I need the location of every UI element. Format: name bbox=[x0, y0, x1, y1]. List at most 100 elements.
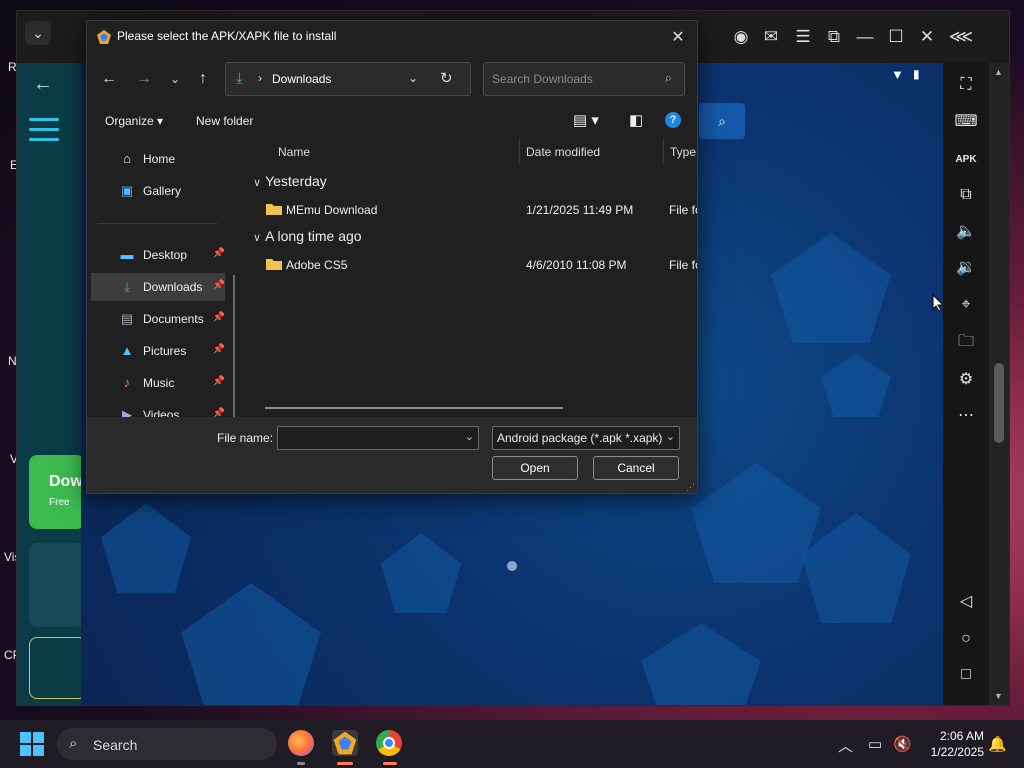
column-header-name[interactable]: Name bbox=[278, 145, 310, 159]
new-folder-button[interactable]: New folder bbox=[196, 114, 253, 128]
menu-icon[interactable]: ☰ bbox=[791, 25, 815, 49]
open-button[interactable]: Open bbox=[492, 456, 578, 480]
nav-item-label: Downloads bbox=[143, 280, 203, 294]
column-header-date[interactable]: Date modified bbox=[526, 145, 600, 159]
dialog-title-bar[interactable]: Please select the APK/XAPK file to insta… bbox=[87, 21, 697, 53]
mail-icon[interactable]: ✉ bbox=[759, 25, 783, 49]
file-type: File fo bbox=[669, 203, 697, 217]
multi-instance-icon[interactable]: ⧉ bbox=[943, 181, 989, 209]
speaker-muted-icon[interactable]: 🔇 bbox=[893, 735, 912, 753]
horizontal-scrollbar[interactable] bbox=[265, 407, 563, 409]
windows-start-icon[interactable] bbox=[20, 732, 44, 756]
close-icon[interactable]: ✕ bbox=[665, 25, 691, 49]
hamburger-menu-icon[interactable] bbox=[29, 118, 59, 144]
back-arrow-icon[interactable]: ← bbox=[33, 73, 53, 96]
preview-pane-icon[interactable]: ◧ bbox=[629, 111, 643, 129]
file-row[interactable]: Adobe CS5 4/6/2010 11:08 PM File fo bbox=[245, 254, 697, 276]
outline-tile[interactable] bbox=[29, 637, 87, 699]
screenshot-icon[interactable]: ⧉ bbox=[822, 25, 846, 49]
nav-item-music[interactable]: ♪ Music 📌 bbox=[91, 369, 225, 397]
keyboard-icon[interactable]: ⌨ bbox=[943, 107, 989, 135]
nav-scrollbar[interactable] bbox=[233, 275, 235, 417]
up-arrow-icon[interactable]: ↑ bbox=[191, 67, 215, 91]
nav-item-videos[interactable]: ▶ Videos 📌 bbox=[91, 401, 225, 417]
file-type-select[interactable]: Android package (*.apk *.xapk) ⌄ bbox=[492, 426, 680, 450]
android-recents-icon[interactable]: □ bbox=[943, 661, 989, 689]
location-icon[interactable]: ⌖ bbox=[943, 291, 989, 319]
scroll-down-icon[interactable]: ▼ bbox=[994, 691, 1003, 701]
download-tile[interactable]: Dow Free bbox=[29, 455, 85, 529]
wallpaper-shape bbox=[101, 503, 191, 593]
file-type: File fo bbox=[669, 258, 697, 272]
nav-item-desktop[interactable]: ▬ Desktop 📌 bbox=[91, 241, 226, 269]
minimize-icon[interactable]: — bbox=[853, 25, 877, 49]
account-icon[interactable]: ◉ bbox=[729, 25, 753, 49]
folder-icon[interactable]: 🗀 bbox=[943, 329, 989, 357]
column-header-type[interactable]: Type bbox=[670, 145, 696, 159]
back-arrow-icon[interactable]: ← bbox=[97, 67, 121, 91]
fullscreen-icon[interactable]: ⛶ bbox=[943, 71, 989, 99]
breadcrumb-location[interactable]: Downloads bbox=[272, 72, 331, 86]
firefox-icon[interactable] bbox=[288, 730, 314, 756]
file-row[interactable]: MEmu Download 1/21/2025 11:49 PM File fo bbox=[245, 199, 697, 221]
apk-icon[interactable]: APK bbox=[943, 145, 989, 173]
folder-icon bbox=[266, 259, 282, 270]
android-back-icon[interactable]: ◁ bbox=[943, 587, 989, 615]
volume-down-icon[interactable]: 🔉 bbox=[943, 253, 989, 281]
memu-icon[interactable] bbox=[332, 730, 358, 756]
taskbar: ⌕ Search ︿ ▭ 🔇 2:06 AM 1/22/2025 🔔 bbox=[0, 720, 1024, 768]
volume-up-icon[interactable]: 🔈 bbox=[943, 217, 989, 245]
more-icon[interactable]: ⋯ bbox=[943, 401, 989, 429]
settings-icon[interactable]: ⚙ bbox=[943, 365, 989, 393]
active-indicator bbox=[337, 762, 353, 765]
search-box[interactable]: ⌕ bbox=[483, 62, 685, 96]
nav-item-home[interactable]: ⌂ Home bbox=[91, 145, 225, 173]
nav-item-documents[interactable]: ▤ Documents 📌 bbox=[91, 305, 225, 333]
taskbar-clock[interactable]: 2:06 AM 1/22/2025 bbox=[920, 728, 984, 760]
address-bar[interactable]: ⤓ › Downloads ⌄ ↻ bbox=[225, 62, 471, 96]
chevron-down-icon[interactable]: ⌄ bbox=[408, 71, 418, 85]
pictures-icon: ▲ bbox=[120, 343, 134, 358]
forward-arrow-icon[interactable]: → bbox=[132, 67, 156, 91]
close-icon[interactable]: ✕ bbox=[915, 25, 939, 49]
collapse-panel-icon[interactable]: ⋘ bbox=[949, 25, 973, 49]
scroll-up-icon[interactable]: ▲ bbox=[994, 67, 1003, 77]
chevron-down-icon[interactable]: ⌄ bbox=[465, 430, 474, 443]
chevron-down-icon[interactable]: ⌄ bbox=[25, 21, 51, 45]
chrome-icon[interactable] bbox=[376, 730, 402, 756]
android-home-icon[interactable]: ○ bbox=[943, 625, 989, 653]
emulator-scrollbar[interactable]: ▲ ▼ bbox=[989, 63, 1009, 705]
file-name-input[interactable] bbox=[282, 430, 456, 448]
page-indicator-dot bbox=[507, 561, 517, 571]
file-name-label: File name: bbox=[217, 431, 274, 445]
maximize-icon[interactable]: ☐ bbox=[884, 25, 908, 49]
chevron-up-icon[interactable]: ︿ bbox=[838, 735, 853, 756]
recent-locations-icon[interactable]: ⌄ bbox=[163, 67, 187, 91]
info-tile[interactable] bbox=[29, 543, 85, 627]
cancel-button[interactable]: Cancel bbox=[593, 456, 679, 480]
file-name-combobox[interactable]: ⌄ bbox=[277, 426, 479, 450]
nav-item-gallery[interactable]: ▣ Gallery bbox=[91, 177, 225, 205]
search-input[interactable] bbox=[490, 69, 654, 89]
group-header[interactable]: ∨ A long time ago bbox=[253, 228, 362, 244]
help-icon[interactable]: ? bbox=[665, 112, 681, 128]
nav-item-pictures[interactable]: ▲ Pictures 📌 bbox=[91, 337, 225, 365]
scroll-thumb[interactable] bbox=[994, 363, 1004, 443]
column-separator[interactable] bbox=[519, 139, 520, 163]
view-options-icon[interactable]: ▤ ▾ bbox=[573, 111, 599, 129]
videos-icon: ▶ bbox=[122, 407, 132, 417]
refresh-icon[interactable]: ↻ bbox=[440, 69, 453, 87]
notification-bell-icon[interactable]: 🔔 bbox=[988, 735, 1007, 753]
resize-grip-icon[interactable]: ⋰ bbox=[686, 482, 695, 493]
group-header[interactable]: ∨ Yesterday bbox=[253, 173, 327, 189]
organize-button[interactable]: Organize ▾ bbox=[105, 114, 163, 128]
nav-item-label: Home bbox=[143, 152, 176, 166]
emulator-toolbar: ⛶ ⌨ APK ⧉ 🔈 🔉 ⌖ 🗀 ⚙ ⋯ ◁ ○ □ bbox=[943, 63, 989, 705]
nav-item-downloads[interactable]: ⤓ Downloads 📌 bbox=[91, 273, 225, 301]
file-date: 4/6/2010 11:08 PM bbox=[526, 258, 627, 272]
column-separator[interactable] bbox=[663, 139, 664, 163]
taskbar-search[interactable]: ⌕ Search bbox=[57, 728, 277, 760]
command-bar: Organize ▾ New folder ▤ ▾ ◧ ? bbox=[87, 105, 697, 137]
display-icon[interactable]: ▭ bbox=[868, 735, 882, 753]
search-icon[interactable]: ⌕ bbox=[699, 103, 745, 139]
